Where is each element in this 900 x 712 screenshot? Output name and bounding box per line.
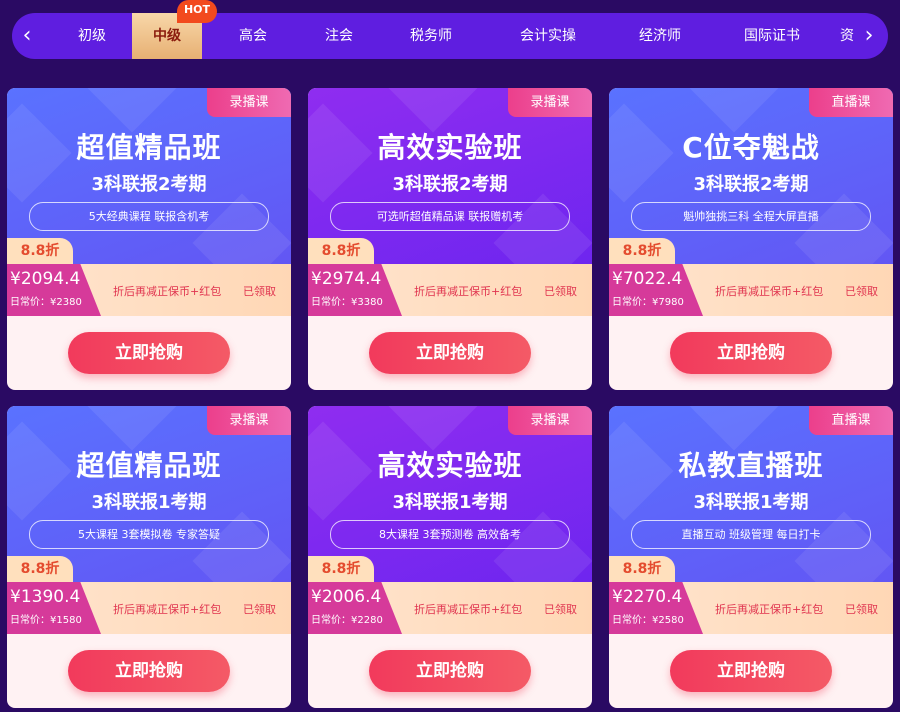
hot-badge: HOT <box>177 0 217 23</box>
course-type-tag: 直播课 <box>809 406 893 435</box>
original-price: 日常价：¥2580 <box>612 615 684 626</box>
sale-price: ¥2974.4 <box>311 269 382 289</box>
original-price: 日常价：¥7980 <box>612 297 684 308</box>
tab-jingjishi[interactable]: 经济师 <box>608 13 712 59</box>
discount-tag: 8.8折 <box>308 556 374 582</box>
promo-text: 折后再减正保币+红包 <box>715 603 824 616</box>
buy-now-button[interactable]: 立即抢购 <box>369 332 531 374</box>
tab-zhuhui[interactable]: 注会 <box>304 13 374 59</box>
chevron-left-icon[interactable]: ‹ <box>12 13 42 59</box>
tab-shuiwushi[interactable]: 税务师 <box>374 13 488 59</box>
product-card[interactable]: 录播课 超值精品班 3科联报2考期 5大经典课程 联报含机考 8.8折 ¥209… <box>7 88 291 390</box>
buy-now-button[interactable]: 立即抢购 <box>68 650 230 692</box>
card-title: 超值精品班 <box>76 449 222 482</box>
claimed-link[interactable]: 已领取 <box>845 601 878 617</box>
card-subtitle: 3科联报1考期 <box>91 492 207 513</box>
card-title: 私教直播班 <box>678 449 824 482</box>
card-features: 5大课程 3套模拟卷 专家答疑 <box>29 520 269 549</box>
promo-text: 折后再减正保币+红包 <box>414 285 523 298</box>
tab-kuaijishicao[interactable]: 会计实操 <box>488 13 608 59</box>
card-title: 高效实验班 <box>377 131 523 164</box>
promo-text: 折后再减正保币+红包 <box>715 285 824 298</box>
sale-price: ¥2094.4 <box>10 269 81 289</box>
sale-price: ¥2006.4 <box>311 587 382 607</box>
discount-tag: 8.8折 <box>7 556 73 582</box>
card-features: 魁帅独挑三科 全程大屏直播 <box>631 202 871 231</box>
chevron-right-icon[interactable]: › <box>854 13 884 59</box>
promo-text: 折后再减正保币+红包 <box>414 603 523 616</box>
discount-tag: 8.8折 <box>609 556 675 582</box>
card-features: 5大经典课程 联报含机考 <box>29 202 269 231</box>
category-nav: ‹ 初级 中级 高会 注会 税务师 会计实操 经济师 国际证书 资 HOT › <box>12 0 888 59</box>
card-subtitle: 3科联报2考期 <box>392 174 508 195</box>
claimed-link[interactable]: 已领取 <box>243 283 276 299</box>
course-type-tag: 直播课 <box>809 88 893 117</box>
card-features: 可选听超值精品课 联报赠机考 <box>330 202 570 231</box>
card-features: 直播互动 班级管理 每日打卡 <box>631 520 871 549</box>
course-type-tag: 录播课 <box>207 406 291 435</box>
card-subtitle: 3科联报2考期 <box>91 174 207 195</box>
course-type-tag: 录播课 <box>207 88 291 117</box>
course-type-tag: 录播课 <box>508 88 592 117</box>
original-price: 日常价：¥2380 <box>10 297 82 308</box>
promo-text: 折后再减正保币+红包 <box>113 285 222 298</box>
product-card[interactable]: 录播课 超值精品班 3科联报1考期 5大课程 3套模拟卷 专家答疑 8.8折 ¥… <box>7 406 291 708</box>
course-type-tag: 录播课 <box>508 406 592 435</box>
claimed-link[interactable]: 已领取 <box>243 601 276 617</box>
card-features: 8大课程 3套预测卷 高效备考 <box>330 520 570 549</box>
product-card[interactable]: 直播课 私教直播班 3科联报1考期 直播互动 班级管理 每日打卡 8.8折 ¥2… <box>609 406 893 708</box>
original-price: 日常价：¥3380 <box>311 297 383 308</box>
product-card[interactable]: 直播课 C位夺魁战 3科联报2考期 魁帅独挑三科 全程大屏直播 8.8折 ¥70… <box>609 88 893 390</box>
buy-now-button[interactable]: 立即抢购 <box>670 332 832 374</box>
sale-price: ¥2270.4 <box>612 587 683 607</box>
promo-text: 折后再减正保币+红包 <box>113 603 222 616</box>
original-price: 日常价：¥1580 <box>10 615 82 626</box>
tab-gaohui[interactable]: 高会 <box>202 13 304 59</box>
buy-now-button[interactable]: 立即抢购 <box>369 650 531 692</box>
buy-now-button[interactable]: 立即抢购 <box>670 650 832 692</box>
nav-tabs: 初级 中级 高会 注会 税务师 会计实操 经济师 国际证书 资 <box>42 13 854 59</box>
sale-price: ¥7022.4 <box>612 269 683 289</box>
card-title: 高效实验班 <box>377 449 523 482</box>
claimed-link[interactable]: 已领取 <box>544 283 577 299</box>
card-subtitle: 3科联报1考期 <box>693 492 809 513</box>
discount-tag: 8.8折 <box>609 238 675 264</box>
claimed-link[interactable]: 已领取 <box>845 283 878 299</box>
card-title: C位夺魁战 <box>682 131 820 164</box>
card-subtitle: 3科联报2考期 <box>693 174 809 195</box>
product-card[interactable]: 录播课 高效实验班 3科联报2考期 可选听超值精品课 联报赠机考 8.8折 ¥2… <box>308 88 592 390</box>
product-card[interactable]: 录播课 高效实验班 3科联报1考期 8大课程 3套预测卷 高效备考 8.8折 ¥… <box>308 406 592 708</box>
card-title: 超值精品班 <box>76 131 222 164</box>
discount-tag: 8.8折 <box>308 238 374 264</box>
tab-chuji[interactable]: 初级 <box>42 13 142 59</box>
sale-price: ¥1390.4 <box>10 587 81 607</box>
tab-partial[interactable]: 资 <box>840 13 854 59</box>
claimed-link[interactable]: 已领取 <box>544 601 577 617</box>
buy-now-button[interactable]: 立即抢购 <box>68 332 230 374</box>
tab-guojizhengshu[interactable]: 国际证书 <box>712 13 832 59</box>
card-subtitle: 3科联报1考期 <box>392 492 508 513</box>
original-price: 日常价：¥2280 <box>311 615 383 626</box>
discount-tag: 8.8折 <box>7 238 73 264</box>
